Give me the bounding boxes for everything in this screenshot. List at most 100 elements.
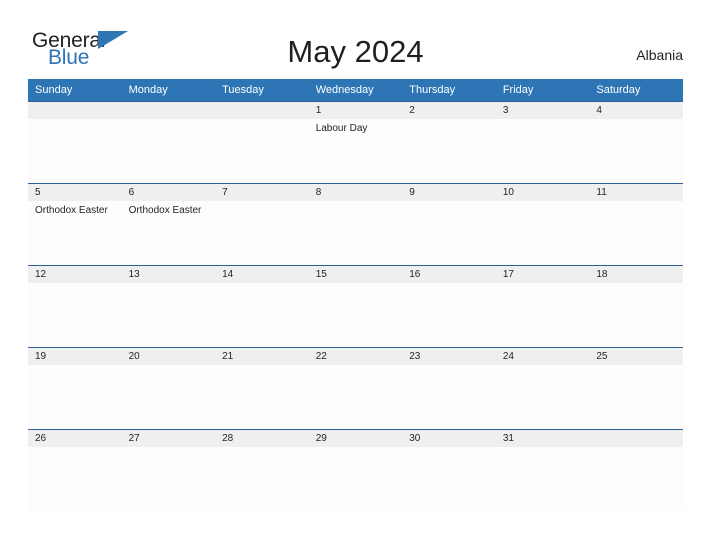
day-events <box>28 283 122 286</box>
day-number: 9 <box>402 184 496 201</box>
day-events <box>402 447 496 450</box>
holiday-event: Labour Day <box>315 123 368 134</box>
day-number: 16 <box>402 266 496 283</box>
day-events: Orthodox Easter <box>122 201 216 217</box>
day-events <box>122 365 216 368</box>
day-number: 30 <box>402 430 496 447</box>
day-number: 26 <box>28 430 122 447</box>
calendar-day-cell[interactable]: 19 <box>28 347 122 430</box>
calendar-day-cell[interactable]: 15 <box>308 265 403 348</box>
day-number: 21 <box>215 348 309 365</box>
day-number: 29 <box>308 430 403 447</box>
day-events <box>122 119 216 122</box>
calendar-day-cell[interactable]: 21 <box>215 347 309 430</box>
calendar-day-cell[interactable]: 4 <box>589 101 683 184</box>
calendar-week-row: 1 Labour Day 2 3 4 <box>28 101 683 184</box>
day-events <box>309 201 403 204</box>
day-events <box>28 119 122 122</box>
day-events <box>122 283 216 286</box>
day-number <box>589 430 683 447</box>
day-events <box>215 365 309 368</box>
calendar-day-cell[interactable]: 18 <box>589 265 683 348</box>
page-header: General Blue May 2024 Albania <box>28 22 683 70</box>
weekday-header-sunday: Sunday <box>28 79 122 102</box>
calendar-day-cell[interactable]: 12 <box>28 265 122 348</box>
day-events: Orthodox Easter <box>28 201 122 217</box>
calendar-day-cell[interactable]: 20 <box>121 347 216 430</box>
calendar-day-cell[interactable]: 7 <box>215 183 309 266</box>
day-number: 3 <box>495 102 590 119</box>
day-events <box>122 447 216 450</box>
weekday-header-tuesday: Tuesday <box>215 79 309 102</box>
calendar-empty-cell <box>589 429 683 511</box>
day-events <box>589 201 683 204</box>
calendar-day-cell[interactable]: 10 <box>495 183 590 266</box>
calendar-day-cell[interactable]: 24 <box>495 347 590 430</box>
calendar-day-cell[interactable]: 5 Orthodox Easter <box>28 183 122 266</box>
day-events <box>496 201 590 204</box>
calendar-day-cell[interactable]: 16 <box>402 265 496 348</box>
weekday-header-saturday: Saturday <box>589 79 683 102</box>
calendar-grid: Sunday Monday Tuesday Wednesday Thursday… <box>28 79 683 511</box>
calendar-empty-cell <box>28 101 122 184</box>
day-number: 27 <box>121 430 216 447</box>
calendar-day-cell[interactable]: 2 <box>402 101 496 184</box>
day-events <box>309 365 403 368</box>
weekday-header-monday: Monday <box>121 79 216 102</box>
day-number: 2 <box>402 102 496 119</box>
day-number: 20 <box>121 348 216 365</box>
holiday-event: Orthodox Easter <box>35 205 108 216</box>
day-number: 7 <box>215 184 309 201</box>
calendar-day-cell[interactable]: 13 <box>121 265 216 348</box>
day-events <box>496 119 590 122</box>
calendar-week-row: 5 Orthodox Easter 6 Orthodox Easter 7 8 9 10 11 <box>28 183 683 266</box>
weekday-header-wednesday: Wednesday <box>308 79 403 102</box>
calendar-day-cell[interactable]: 30 <box>402 429 496 511</box>
day-events <box>402 201 496 204</box>
day-number <box>215 102 309 119</box>
day-number <box>28 102 122 119</box>
day-number: 13 <box>121 266 216 283</box>
calendar-day-cell[interactable]: 29 <box>308 429 403 511</box>
calendar-day-cell[interactable]: 31 <box>495 429 590 511</box>
day-number: 6 <box>121 184 216 201</box>
calendar-day-cell[interactable]: 26 <box>28 429 122 511</box>
calendar-day-cell[interactable]: 1 Labour Day <box>308 101 403 184</box>
calendar-page: General Blue May 2024 Albania Sunday Mon… <box>0 0 712 550</box>
day-events <box>215 119 309 122</box>
calendar-day-cell[interactable]: 23 <box>402 347 496 430</box>
day-number <box>121 102 216 119</box>
day-number: 14 <box>215 266 309 283</box>
weekday-header-thursday: Thursday <box>402 79 496 102</box>
day-number: 18 <box>589 266 683 283</box>
day-events: Labour Day <box>309 119 403 135</box>
day-number: 5 <box>28 184 122 201</box>
calendar-day-cell[interactable]: 17 <box>495 265 590 348</box>
weekday-header-friday: Friday <box>495 79 590 102</box>
day-events <box>589 447 683 450</box>
calendar-day-cell[interactable]: 9 <box>402 183 496 266</box>
calendar-day-cell[interactable]: 3 <box>495 101 590 184</box>
weekday-header-row: Sunday Monday Tuesday Wednesday Thursday… <box>28 79 683 102</box>
day-number: 12 <box>28 266 122 283</box>
day-number: 28 <box>215 430 309 447</box>
calendar-day-cell[interactable]: 28 <box>215 429 309 511</box>
calendar-day-cell[interactable]: 6 Orthodox Easter <box>121 183 216 266</box>
calendar-day-cell[interactable]: 25 <box>589 347 683 430</box>
calendar-day-cell[interactable]: 27 <box>121 429 216 511</box>
calendar-week-row: 12 13 14 15 16 17 18 <box>28 265 683 348</box>
calendar-day-cell[interactable]: 14 <box>215 265 309 348</box>
calendar-day-cell[interactable]: 22 <box>308 347 403 430</box>
day-events <box>28 447 122 450</box>
calendar-day-cell[interactable]: 11 <box>589 183 683 266</box>
calendar-week-row: 19 20 21 22 23 24 25 <box>28 347 683 430</box>
day-number: 17 <box>495 266 590 283</box>
day-number: 11 <box>589 184 683 201</box>
day-number: 4 <box>589 102 683 119</box>
calendar-weeks: 1 Labour Day 2 3 4 5 Orthodox Easter 6 Orthodox … <box>28 101 683 511</box>
day-events <box>402 283 496 286</box>
day-number: 23 <box>402 348 496 365</box>
page-title: May 2024 <box>287 34 424 69</box>
day-number: 19 <box>28 348 122 365</box>
calendar-day-cell[interactable]: 8 <box>308 183 403 266</box>
